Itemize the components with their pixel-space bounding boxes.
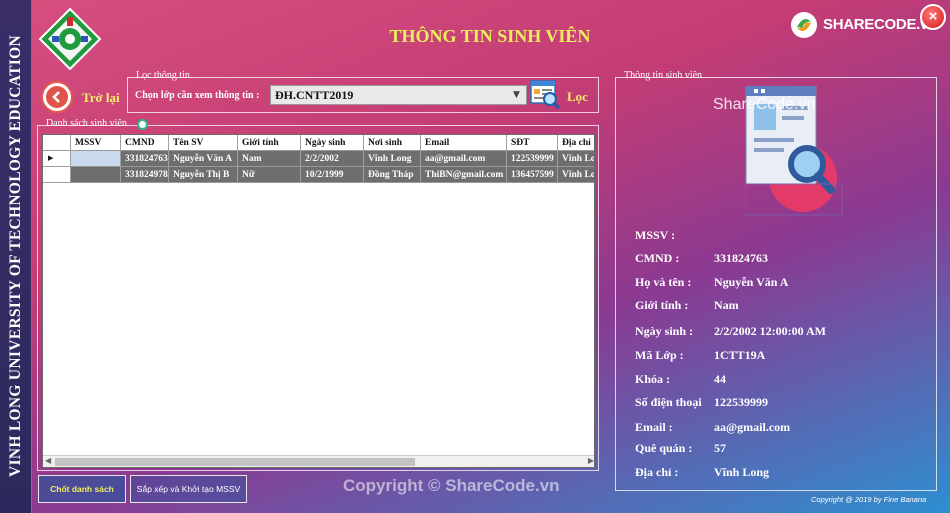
class-select-value: ĐH.CNTT2019 <box>275 88 354 102</box>
horizontal-scrollbar[interactable]: ◀ ▶ <box>43 455 594 467</box>
university-name: VINH LONG UNIVERSITY OF TECHNOLOGY EDUCA… <box>7 35 24 477</box>
student-info-legend: Thông tin sinh viên <box>624 70 703 81</box>
cell-sdt[interactable]: 122539999 <box>507 151 558 167</box>
sharecode-logo-icon <box>791 12 817 38</box>
field-value-khoa: 44 <box>714 372 726 386</box>
sidebar: VINH LONG UNIVERSITY OF TECHNOLOGY EDUCA… <box>0 0 32 513</box>
col-header-mssv[interactable]: MSSV <box>71 135 121 151</box>
col-header-cmnd[interactable]: CMND <box>121 135 169 151</box>
copyright-text: Copyright @ 2019 by Fine Banana <box>811 495 927 504</box>
cell-cmnd[interactable]: 331824978 <box>121 167 169 183</box>
row-selector[interactable] <box>43 167 71 183</box>
field-value-cmnd: 331824763 <box>714 251 768 265</box>
cell-noisinh[interactable]: Đồng Tháp <box>364 167 421 183</box>
field-label-ngaysinh: Ngày sinh : <box>635 324 694 338</box>
row-header-corner <box>43 135 71 151</box>
class-select-label: Chọn lớp cần xem thông tin : <box>135 90 260 101</box>
back-button[interactable] <box>41 81 73 113</box>
app-window: VINH LONG UNIVERSITY OF TECHNOLOGY EDUCA… <box>0 0 950 513</box>
filter-icon[interactable] <box>530 79 560 109</box>
back-arrow-icon <box>52 91 60 103</box>
scrollbar-thumb[interactable] <box>55 458 415 466</box>
cell-gioitinh[interactable]: Nam <box>238 151 301 167</box>
field-value-gioitinh: Nam <box>714 298 739 312</box>
sort-generate-mssv-button[interactable]: Sắp xếp và Khởi tạo MSSV <box>130 475 247 503</box>
cell-diachi[interactable]: Vĩnh Long <box>558 151 594 167</box>
field-label-cmnd: CMND : <box>635 251 680 265</box>
field-value-diachi: Vĩnh Long <box>714 465 770 479</box>
student-list-legend: Danh sách sinh viên <box>46 118 127 129</box>
field-value-hoten: Nguyễn Văn A <box>714 275 789 289</box>
row-selector[interactable]: ▶ <box>43 151 71 167</box>
watermark-top: ShareCode.vn <box>713 96 816 113</box>
page-title: THÔNG TIN SINH VIÊN <box>389 26 591 46</box>
cell-ngaysinh[interactable]: 10/2/1999 <box>301 167 364 183</box>
cell-diachi[interactable]: Vĩnh Long <box>558 167 594 183</box>
cell-email[interactable]: ThiBN@gmail.com <box>421 167 507 183</box>
scroll-left-icon[interactable]: ◀ <box>45 456 51 465</box>
col-header-sdt[interactable]: SĐT <box>507 135 558 151</box>
field-label-khoa: Khóa : <box>635 372 671 386</box>
field-label-quequan: Quê quán : <box>635 441 693 455</box>
refresh-icon[interactable] <box>137 119 148 130</box>
close-icon: × <box>928 8 938 25</box>
cell-cmnd[interactable]: 331824763 <box>121 151 169 167</box>
field-value-email: aa@gmail.com <box>714 420 791 434</box>
col-header-email[interactable]: Email <box>421 135 507 151</box>
field-label-gioitinh: Giới tính : <box>635 298 689 312</box>
current-row-icon: ▶ <box>48 154 54 162</box>
university-logo-icon <box>39 8 101 70</box>
field-label-diachi: Địa chỉ : <box>635 465 679 479</box>
cell-sdt[interactable]: 136457599 <box>507 167 558 183</box>
grid-header: MSSV CMND Tên SV Giới tính Ngày sinh Nơi… <box>43 135 594 151</box>
field-value-malop: 1CTT19A <box>714 348 766 362</box>
cell-ten[interactable]: Nguyễn Thị B <box>169 167 238 183</box>
field-label-email: Email : <box>635 420 673 434</box>
col-header-gioitinh[interactable]: Giới tính <box>238 135 301 151</box>
col-header-diachi[interactable]: Địa chỉ <box>558 135 594 151</box>
watermark-bottom: Copyright © ShareCode.vn <box>343 476 560 495</box>
finalize-list-button[interactable]: Chốt danh sách <box>38 475 126 503</box>
field-label-hoten: Họ và tên : <box>635 275 692 289</box>
close-button[interactable]: × <box>920 4 946 30</box>
cell-noisinh[interactable]: Vĩnh Long <box>364 151 421 167</box>
field-label-sdt: Số điện thoại <box>635 395 702 409</box>
cell-mssv[interactable] <box>71 151 121 167</box>
col-header-noisinh[interactable]: Nơi sinh <box>364 135 421 151</box>
field-value-ngaysinh: 2/2/2002 12:00:00 AM <box>714 324 826 338</box>
col-header-ngaysinh[interactable]: Ngày sinh <box>301 135 364 151</box>
field-label-malop: Mã Lớp : <box>635 348 684 362</box>
cell-mssv[interactable] <box>71 167 121 183</box>
chevron-down-icon[interactable]: ▼ <box>513 89 524 101</box>
cell-gioitinh[interactable]: Nữ <box>238 167 301 183</box>
cell-email[interactable]: aa@gmail.com <box>421 151 507 167</box>
class-select[interactable]: ĐH.CNTT2019 ▼ <box>270 85 527 105</box>
filter-button[interactable]: Lọc <box>567 89 588 105</box>
filter-legend: Lọc thông tin <box>136 70 190 81</box>
back-label[interactable]: Trở lại <box>82 90 120 106</box>
cell-ten[interactable]: Nguyễn Văn A <box>169 151 238 167</box>
scroll-right-icon[interactable]: ▶ <box>588 456 594 465</box>
field-value-sdt: 122539999 <box>714 395 768 409</box>
col-header-ten[interactable]: Tên SV <box>169 135 238 151</box>
field-value-quequan: 57 <box>714 441 726 455</box>
cell-ngaysinh[interactable]: 2/2/2002 <box>301 151 364 167</box>
field-label-mssv: MSSV : <box>635 228 676 242</box>
student-grid[interactable]: MSSV CMND Tên SV Giới tính Ngày sinh Nơi… <box>42 134 595 468</box>
